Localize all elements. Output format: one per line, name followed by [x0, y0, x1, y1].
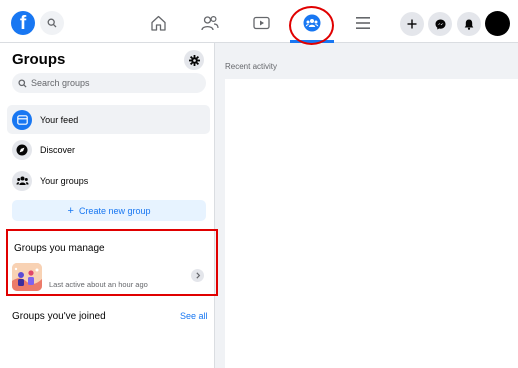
recent-activity-label: Recent activity: [225, 62, 278, 71]
group-last-active: Last active about an hour ago: [49, 280, 148, 289]
messenger-icon: [435, 19, 445, 29]
account-avatar[interactable]: [485, 11, 510, 36]
messenger-button[interactable]: [428, 12, 452, 36]
search-icon: [47, 18, 57, 28]
search-groups-field[interactable]: [12, 73, 206, 93]
notifications-button[interactable]: [457, 12, 481, 36]
home-icon: [150, 15, 166, 31]
sidebar-title: Groups: [12, 51, 66, 68]
groups-icon: [12, 170, 32, 191]
groups-you-joined-title: Groups you've joined: [12, 311, 106, 322]
watch-icon: [252, 16, 270, 29]
group-open-button[interactable]: [191, 269, 204, 282]
search-button[interactable]: [40, 11, 64, 35]
sidebar-item-label: Discover: [40, 144, 76, 155]
friends-icon: [201, 15, 219, 31]
sidebar-item-label: Your feed: [40, 114, 79, 125]
group-thumbnail[interactable]: [12, 263, 42, 291]
chevron-right-icon: [195, 272, 200, 279]
plus-icon: [407, 19, 417, 29]
sidebar-item-your-feed[interactable]: Your feed: [7, 105, 210, 134]
bell-icon: [464, 19, 474, 30]
settings-button[interactable]: [184, 50, 204, 70]
menu-icon: [356, 17, 370, 29]
tab-watch[interactable]: [244, 8, 278, 38]
tab-home[interactable]: [141, 8, 175, 38]
sidebar-item-label: Your groups: [40, 175, 89, 186]
groups-you-manage-section: Groups you manage Last active about an h…: [6, 229, 218, 296]
top-navigation-bar: f: [0, 0, 518, 45]
tab-friends[interactable]: [193, 8, 227, 38]
facebook-logo[interactable]: f: [11, 11, 35, 35]
sidebar-item-your-groups[interactable]: Your groups: [7, 166, 210, 195]
search-groups-input[interactable]: [31, 78, 201, 88]
feed-panel: [225, 79, 518, 368]
create-new-group-label: Create new group: [78, 205, 151, 216]
annotation-circle: [289, 6, 334, 45]
compass-icon: [12, 139, 32, 160]
tab-menu[interactable]: [346, 8, 380, 38]
see-all-link[interactable]: See all: [180, 311, 208, 321]
groups-sidebar: Groups Search groups Your feed Discover …: [0, 43, 218, 368]
search-icon: [18, 78, 27, 88]
create-button[interactable]: [400, 12, 424, 36]
sidebar-item-discover[interactable]: Discover: [7, 135, 210, 164]
feed-icon: [12, 109, 32, 130]
groups-you-manage-title: Groups you manage: [14, 243, 105, 254]
plus-icon: +: [67, 204, 74, 217]
gear-icon: [188, 54, 200, 66]
create-new-group-button[interactable]: + Create new group: [12, 200, 206, 221]
